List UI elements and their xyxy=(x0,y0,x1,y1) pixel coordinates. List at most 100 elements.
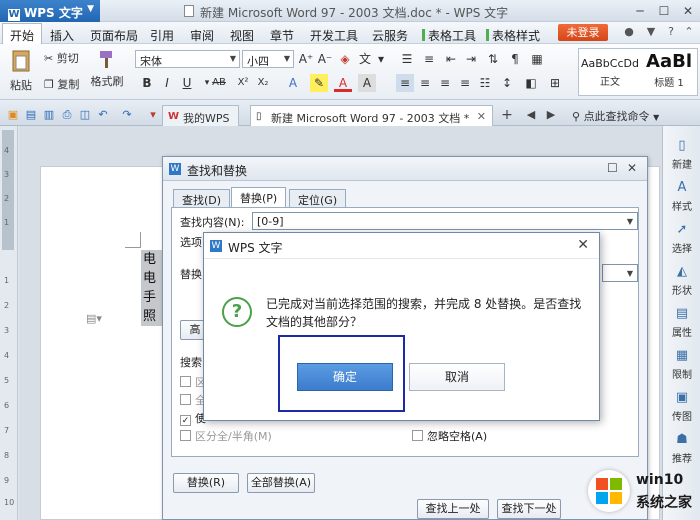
doc-line[interactable]: 照片 xyxy=(141,307,163,326)
superscript-icon[interactable]: X² xyxy=(234,74,252,92)
menu-insert[interactable]: 插入 xyxy=(50,27,74,44)
ignore-space-checkbox[interactable]: 忽略空格(A) xyxy=(412,428,487,444)
bullets-icon[interactable]: ☰ xyxy=(398,50,416,68)
menu-view[interactable]: 视图 xyxy=(230,27,254,44)
doc-line[interactable]: 手机 xyxy=(141,288,163,307)
doc-line[interactable]: 电话 xyxy=(141,250,163,269)
sidebar-item-new[interactable]: ▯ 新建 xyxy=(663,138,700,171)
collapse-ribbon-icon[interactable]: ⌃ xyxy=(682,25,696,39)
bold-icon[interactable]: B xyxy=(138,74,156,92)
font-size-select[interactable]: 小四 ▼ xyxy=(242,50,294,68)
sidebar-item-restrict[interactable]: ▦ 限制 xyxy=(663,348,700,381)
clear-format-icon[interactable]: ◈ xyxy=(336,50,354,68)
close-tab-icon[interactable]: ✕ xyxy=(477,110,486,123)
show-marks-icon[interactable]: ¶ xyxy=(506,50,524,68)
copy-button[interactable]: ❐ 复制 xyxy=(44,76,79,92)
paste-button[interactable]: 粘贴 xyxy=(8,48,34,93)
sidebar-item-style[interactable]: A 样式 xyxy=(663,180,700,213)
italic-icon[interactable]: I xyxy=(158,74,176,92)
font-family-select[interactable]: 宋体 ▼ xyxy=(135,50,240,68)
sidebar-item-select[interactable]: ➚ 选择 xyxy=(663,222,700,255)
maximize-icon[interactable]: ☐ xyxy=(656,3,672,19)
font-color-icon[interactable]: A xyxy=(334,74,352,92)
grow-font-icon[interactable]: A⁺ xyxy=(297,50,315,68)
skin-icon[interactable]: ● xyxy=(622,25,636,39)
menu-page-layout[interactable]: 页面布局 xyxy=(90,27,138,44)
menu-table-tools[interactable]: 表格工具 xyxy=(422,27,476,44)
ok-button[interactable]: 确定 xyxy=(297,363,393,391)
distribute-icon[interactable]: ☷ xyxy=(476,74,494,92)
align-center-icon[interactable]: ≡ xyxy=(416,74,434,92)
align-right-icon[interactable]: ≡ xyxy=(436,74,454,92)
line-spacing-icon[interactable]: ↕ xyxy=(498,74,516,92)
folder-icon[interactable]: ▣ xyxy=(6,108,20,122)
menu-chapter[interactable]: 章节 xyxy=(270,27,294,44)
tab-prev-icon[interactable]: ◀ xyxy=(524,108,538,122)
customize-qa-icon[interactable]: ▾ xyxy=(146,108,160,122)
tab-goto[interactable]: 定位(G) xyxy=(289,189,347,207)
cut-button[interactable]: ✂ 剪切 xyxy=(44,50,79,66)
justify-icon[interactable]: ≡ xyxy=(456,74,474,92)
strikethrough-icon[interactable]: AB xyxy=(210,74,228,92)
login-button[interactable]: 未登录 xyxy=(558,24,608,41)
sidebar-item-upload-image[interactable]: ▣ 传图 xyxy=(663,390,700,423)
text-effect-icon[interactable]: A xyxy=(284,74,302,92)
match-width-checkbox[interactable]: 区分全/半角(M) xyxy=(180,428,272,444)
replace-input[interactable]: ▼ xyxy=(602,264,638,282)
new-tab-icon[interactable]: + xyxy=(500,108,514,122)
find-previous-button[interactable]: 查找上一处(B) xyxy=(417,499,489,519)
style-heading1[interactable]: AaBl 标题 1 xyxy=(641,51,697,89)
tab-next-icon[interactable]: ▶ xyxy=(544,108,558,122)
undo-icon[interactable]: ↶ xyxy=(96,108,110,122)
char-shading-icon[interactable]: A xyxy=(358,74,376,92)
style-normal[interactable]: AaBbCcDd 正文 xyxy=(581,51,639,88)
sort-icon[interactable]: ⇅ xyxy=(484,50,502,68)
replace-button[interactable]: 替换(R) xyxy=(173,473,239,493)
tab-find[interactable]: 查找(D) xyxy=(173,189,231,207)
sidebar-item-shape[interactable]: ◭ 形状 xyxy=(663,264,700,297)
minimize-icon[interactable]: ─ xyxy=(632,3,648,19)
menu-references[interactable]: 引用 xyxy=(150,27,174,44)
menu-table-style[interactable]: 表格样式 xyxy=(486,27,540,44)
highlight-icon[interactable]: ✎ xyxy=(310,74,328,92)
help-icon[interactable]: ? xyxy=(664,25,678,39)
save-icon[interactable]: ▤ xyxy=(24,108,38,122)
menu-developer[interactable]: 开发工具 xyxy=(310,27,358,44)
sidebar-item-properties[interactable]: ▤ 属性 xyxy=(663,306,700,339)
doc-line[interactable]: 电话 xyxy=(141,269,163,288)
menu-review[interactable]: 审阅 xyxy=(190,27,214,44)
redo-icon[interactable]: ↷ xyxy=(120,108,134,122)
find-input[interactable]: [0-9] ▼ xyxy=(252,212,638,230)
underline-icon[interactable]: U xyxy=(178,74,196,92)
menu-home[interactable]: 开始 xyxy=(2,23,43,44)
close-icon[interactable]: ✕ xyxy=(627,161,637,175)
find-next-button[interactable]: 查找下一处 xyxy=(497,499,561,519)
shrink-font-icon[interactable]: A⁻ xyxy=(316,50,334,68)
borders-icon[interactable]: ⊞ xyxy=(546,74,564,92)
tab-my-wps[interactable]: W 我的WPS xyxy=(162,105,239,127)
menu-cloud[interactable]: 云服务 xyxy=(372,27,408,44)
shading-icon[interactable]: ◧ xyxy=(522,74,540,92)
subscript-icon[interactable]: X₂ xyxy=(254,74,272,92)
table-icon[interactable]: ▦ xyxy=(528,50,546,68)
maximize-icon[interactable]: ☐ xyxy=(607,161,618,175)
save-as-icon[interactable]: ▥ xyxy=(42,108,56,122)
shirt-icon[interactable]: ▼ xyxy=(644,25,658,39)
align-left-icon[interactable]: ≡ xyxy=(396,74,414,92)
sidebar-item-recommend[interactable]: ☗ 推荐 xyxy=(663,432,700,465)
close-icon[interactable]: ✕ xyxy=(577,237,589,253)
tab-replace[interactable]: 替换(P) xyxy=(231,187,287,208)
app-menu-button[interactable]: W WPS 文字 ▼ xyxy=(0,0,100,22)
command-search[interactable]: ⚲ 点此查找命令 ▼ xyxy=(572,108,659,124)
cancel-button[interactable]: 取消 xyxy=(409,363,505,391)
print-icon[interactable]: ⎙ xyxy=(60,108,74,122)
increase-indent-icon[interactable]: ⇥ xyxy=(462,50,480,68)
paste-options-icon[interactable]: ▤▾ xyxy=(86,312,102,325)
decrease-indent-icon[interactable]: ⇤ xyxy=(442,50,460,68)
replace-all-button[interactable]: 全部替换(A) xyxy=(247,473,315,493)
tab-document[interactable]: ▯ 新建 Microsoft Word 97 - 2003 文档 * ✕ xyxy=(250,105,493,127)
print-preview-icon[interactable]: ◫ xyxy=(78,108,92,122)
numbering-icon[interactable]: ≡ xyxy=(420,50,438,68)
close-icon[interactable]: ✕ xyxy=(680,3,696,19)
format-painter-button[interactable]: 格式刷 xyxy=(90,48,124,89)
